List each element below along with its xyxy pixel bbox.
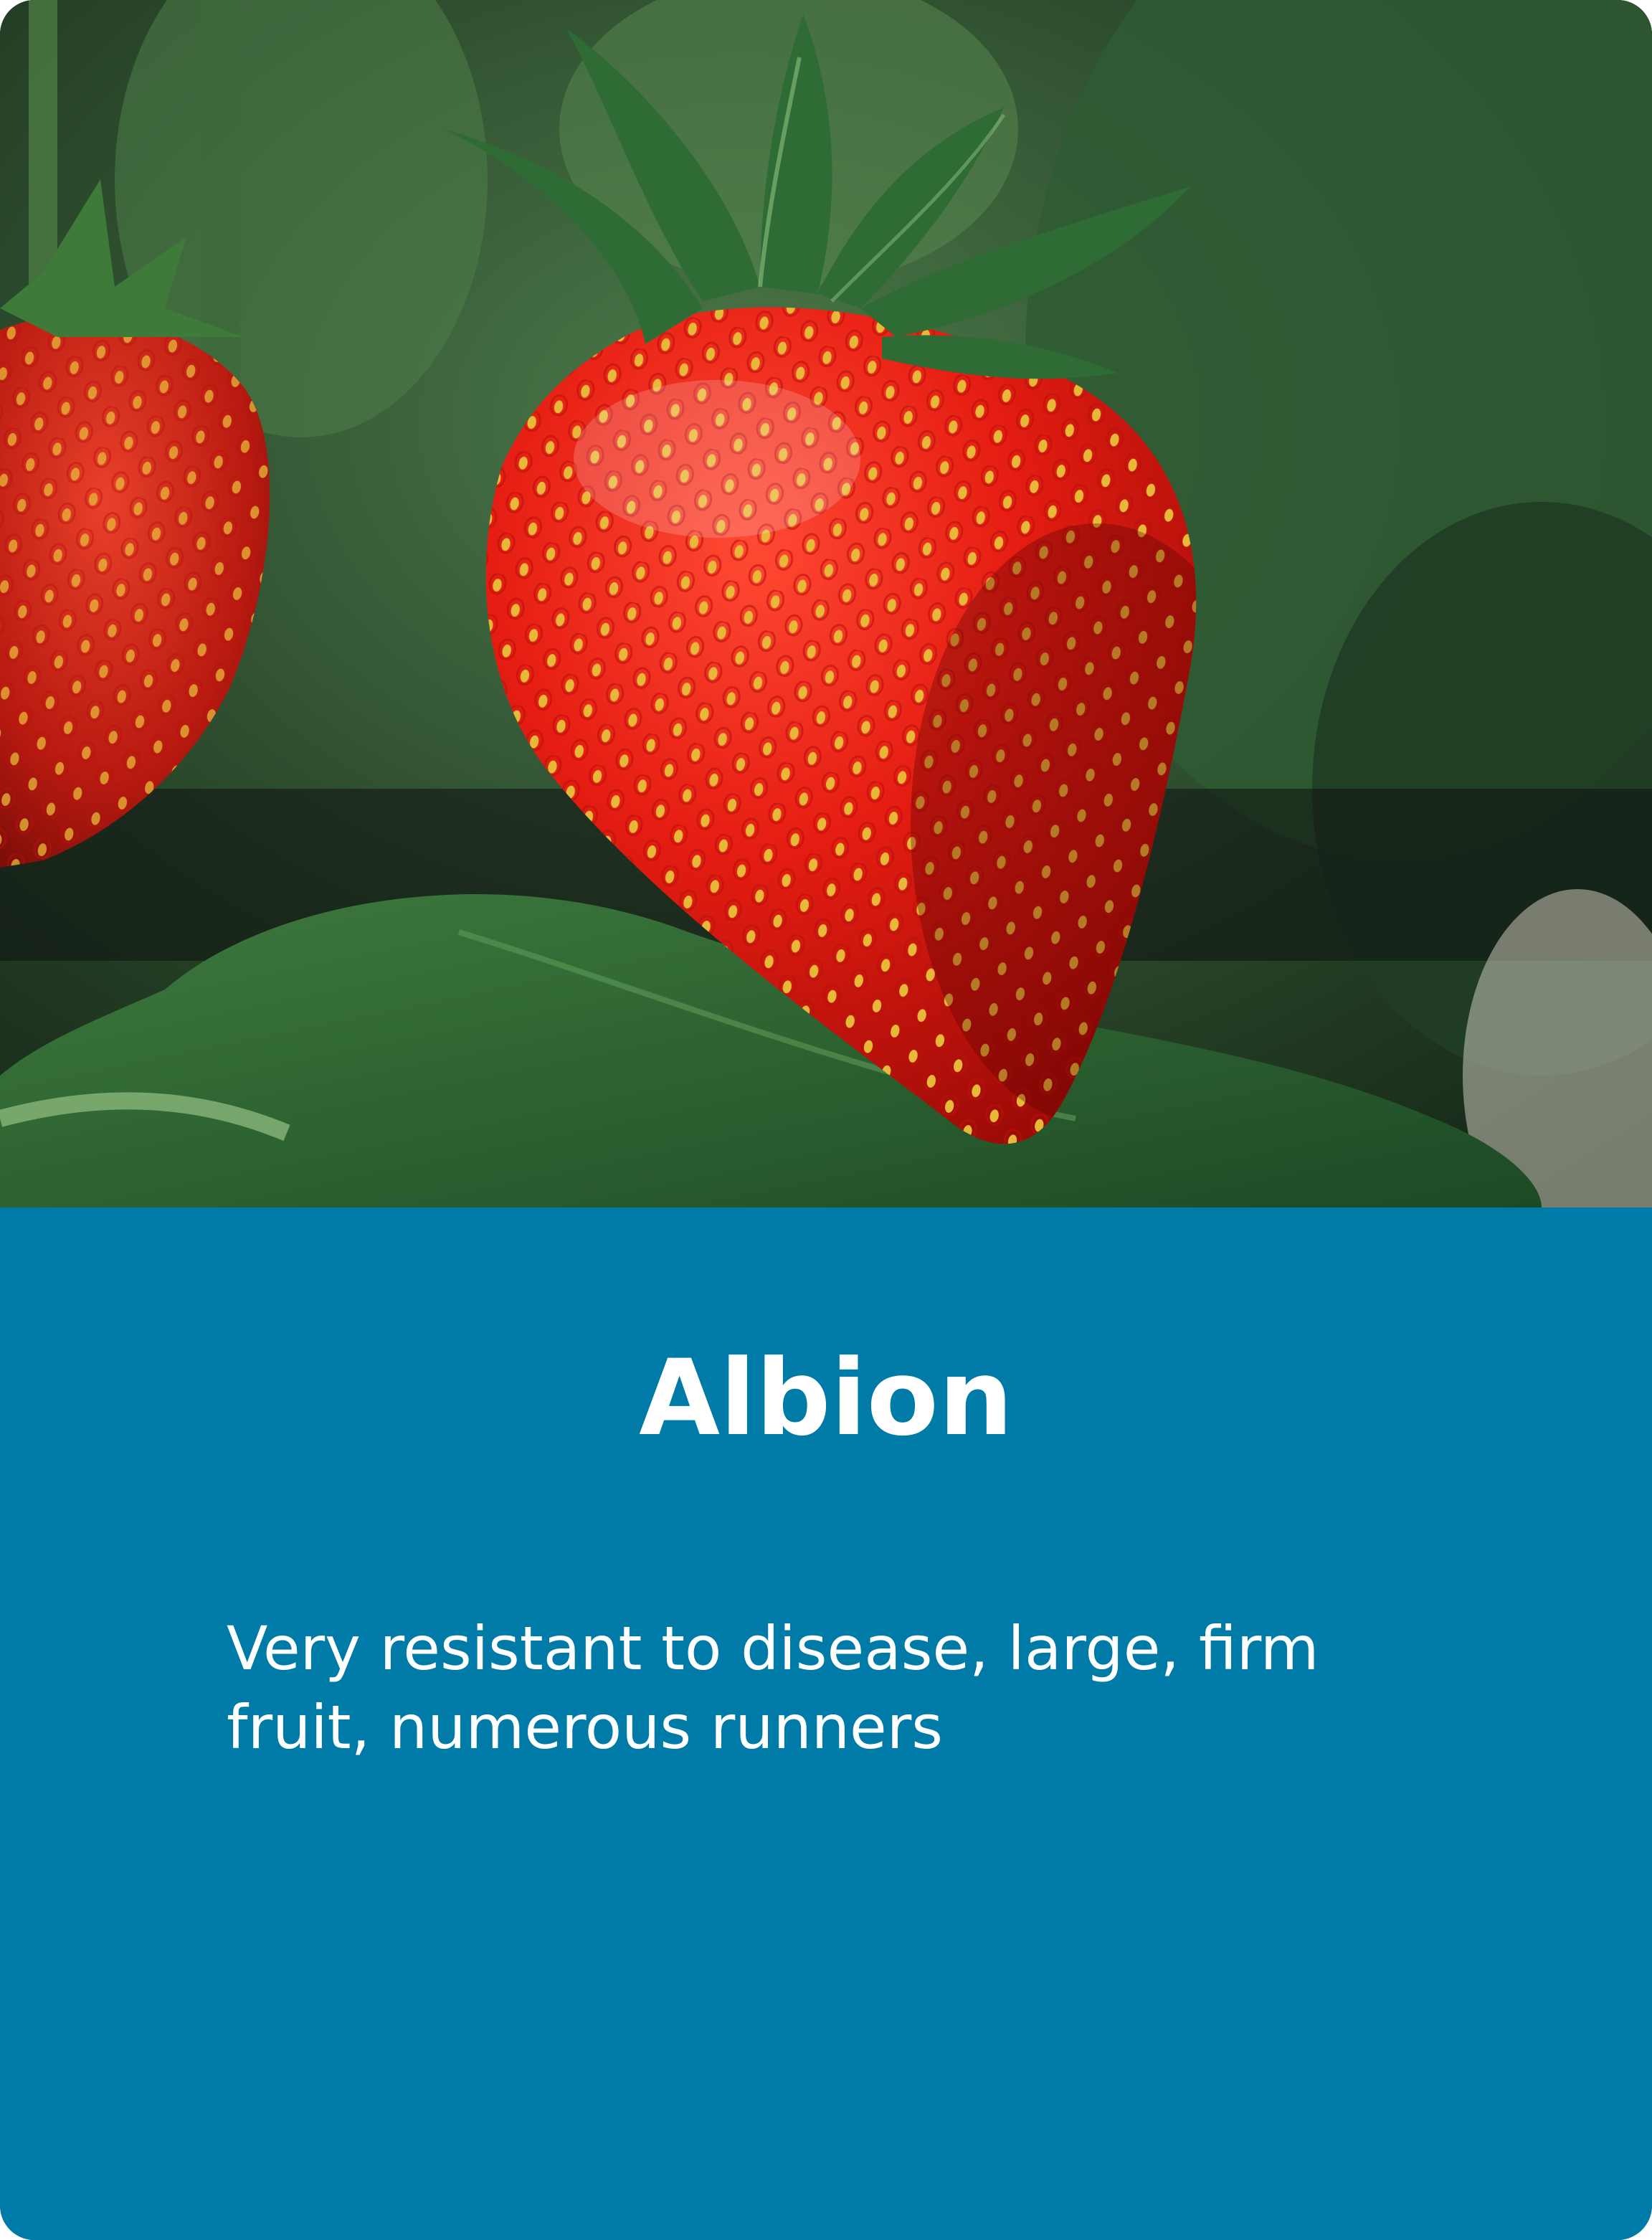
variety-card[interactable]: Albion Very resistant to disease, large,… [0, 0, 1652, 2240]
variety-description: Very resistant to disease, large, firm f… [227, 1613, 1319, 1762]
variety-title: Albion [639, 1337, 1013, 1459]
strawberry-photo-illustration [0, 0, 1652, 1207]
strawberry-photo [0, 0, 1652, 1207]
card-info-panel: Albion Very resistant to disease, large,… [0, 1207, 1652, 2240]
